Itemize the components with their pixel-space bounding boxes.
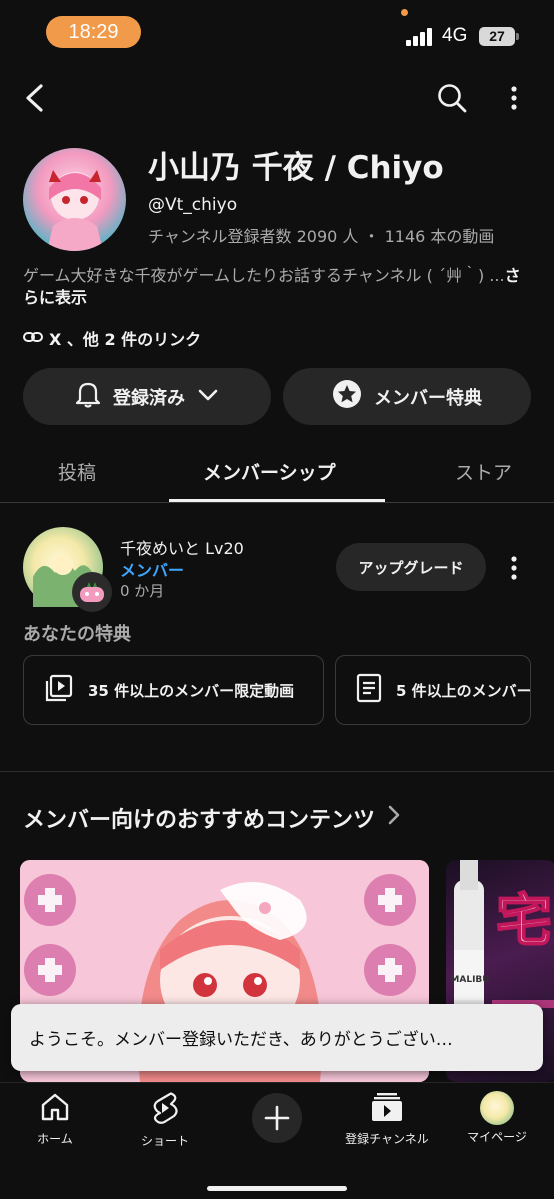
nav-home-label: ホーム <box>37 1132 73 1146</box>
nav-subscriptions-label: 登録チャンネル <box>345 1132 429 1146</box>
signal-strength-icon <box>406 28 434 46</box>
plus-icon <box>264 1105 290 1131</box>
home-indicator <box>207 1186 347 1191</box>
status-time: 18:29 <box>46 16 141 48</box>
video-library-icon <box>44 673 74 707</box>
perk-card-videos[interactable]: 35 件以上のメンバー限定動画 <box>23 655 324 725</box>
perks-heading: あなたの特典 <box>23 624 131 645</box>
battery-tip <box>516 33 519 40</box>
channel-stats: チャンネル登録者数 2090 人 ・ 1146 本の動画 <box>148 227 495 246</box>
create-button[interactable] <box>252 1093 302 1143</box>
nav-shorts[interactable]: ショート <box>110 1091 220 1149</box>
channel-avatar[interactable] <box>23 148 126 251</box>
perk-card-posts[interactable]: 5 件以上のメンバー <box>335 655 531 725</box>
membership-badge-icon <box>72 572 112 612</box>
chevron-right-icon <box>387 804 401 832</box>
channel-title: 小山乃 千夜 / Chiyo <box>148 150 444 186</box>
nav-you-label: マイページ <box>467 1130 527 1144</box>
nav-subscriptions[interactable]: 登録チャンネル <box>332 1091 442 1147</box>
link-icon <box>23 329 43 348</box>
tab-posts[interactable]: 投稿 <box>58 458 96 485</box>
tab-membership[interactable]: メンバーシップ <box>203 458 336 485</box>
tab-store[interactable]: ストア <box>455 458 512 485</box>
perk-label: 35 件以上のメンバー限定動画 <box>88 681 295 700</box>
profile-avatar <box>480 1091 514 1125</box>
active-tab-indicator <box>169 499 385 502</box>
member-perks-label: メンバー特典 <box>374 387 482 409</box>
thumbnail-title-char: 宅 <box>496 889 552 954</box>
back-arrow-icon[interactable] <box>16 78 52 118</box>
nav-home[interactable]: ホーム <box>0 1091 110 1147</box>
member-perks-button[interactable]: メンバー特典 <box>283 368 531 425</box>
network-type: 4G <box>442 25 468 46</box>
nav-you[interactable]: マイページ <box>442 1091 552 1145</box>
battery-icon: 27 <box>479 27 515 46</box>
membership-duration: 0 か月 <box>120 582 165 600</box>
membership-level: 千夜めいと Lv20 <box>120 539 244 558</box>
perk-label: 5 件以上のメンバー <box>396 681 531 700</box>
search-icon[interactable] <box>432 78 472 118</box>
star-badge-icon <box>332 379 362 414</box>
shorts-icon <box>150 1091 180 1129</box>
bell-icon <box>75 380 101 413</box>
subscribed-button[interactable]: 登録済み <box>23 368 271 425</box>
recommended-heading[interactable]: メンバー向けのおすすめコンテンツ <box>23 802 401 834</box>
recommended-heading-label: メンバー向けのおすすめコンテンツ <box>23 808 376 833</box>
membership-status: メンバー <box>120 561 185 580</box>
nav-shorts-label: ショート <box>140 1134 189 1148</box>
mic-indicator-dot <box>401 9 408 16</box>
status-bar: 18:29 4G 27 <box>0 0 554 66</box>
chevron-down-icon <box>197 386 219 407</box>
channel-links-label: X 、他 2 件のリンク <box>49 330 202 349</box>
subscribed-label: 登録済み <box>113 387 185 409</box>
home-icon <box>39 1091 71 1127</box>
channel-description[interactable]: ゲーム大好きな千夜がゲームしたりお話するチャンネル ( ´艸｀) ...さらに表… <box>23 265 528 309</box>
channel-links[interactable]: X 、他 2 件のリンク <box>23 327 201 349</box>
section-divider <box>0 771 554 772</box>
welcome-toast: ようこそ。メンバー登録いただき、ありがとうござい… <box>11 1004 543 1071</box>
channel-description-text: ゲーム大好きな千夜がゲームしたりお話するチャンネル ( ´艸｀) ... <box>23 266 505 285</box>
bottom-navigation: ホーム ショート 登録チャンネル マイページ <box>0 1082 554 1199</box>
thumbnail-bottle-label: MALIBU <box>450 975 489 985</box>
subscriptions-icon <box>370 1091 404 1127</box>
upgrade-button[interactable]: アップグレード <box>336 543 486 591</box>
more-vert-icon[interactable] <box>500 78 528 118</box>
more-vert-icon[interactable] <box>500 548 528 588</box>
channel-handle: @Vt_chiyo <box>148 195 238 215</box>
document-icon <box>356 673 382 707</box>
channel-tabs: 投稿 メンバーシップ ストア <box>0 440 554 503</box>
nav-create[interactable] <box>222 1091 332 1143</box>
